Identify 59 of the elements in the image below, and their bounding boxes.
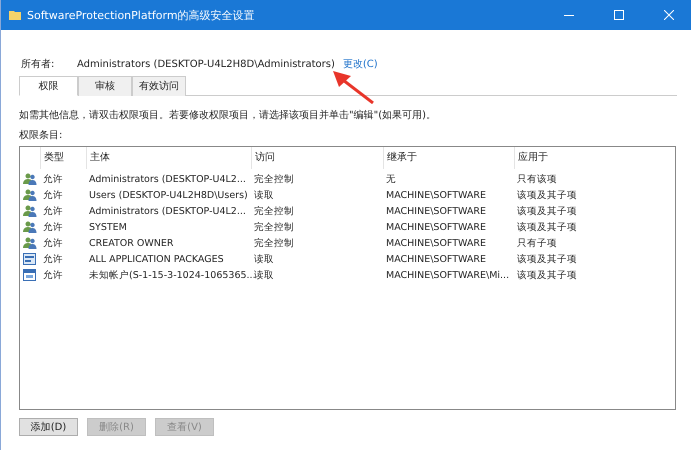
column-header[interactable]: 应用于: [514, 147, 675, 169]
table-cell-text: 只有该项: [516, 172, 558, 186]
table-cell-text: 允许: [42, 172, 64, 186]
change-owner-link[interactable]: 更改(C): [342, 57, 378, 71]
owner-value: Administrators (DESKTOP-U4L2H8D\Administrators): [77, 58, 335, 70]
users-icon: [23, 173, 37, 185]
column-header[interactable]: 访问: [251, 147, 383, 169]
table-cell-text: MACHINE\SOFTWARE: [385, 190, 488, 200]
table-cell-text: 完全控制: [253, 172, 295, 186]
table-cell-text: 允许: [42, 204, 64, 218]
table-cell-text: Administrators (DESKTOP-U4L2...: [88, 174, 247, 184]
table-cell-text: MACHINE\SOFTWARE: [385, 222, 488, 232]
table-cell-text: 完全控制: [253, 236, 295, 250]
info-text: 如需其他信息，请双击权限项目。若要修改权限项目，请选择该项目并单击"编辑"(如果可用)。: [19, 108, 438, 122]
users-icon: [23, 237, 37, 249]
window-icon: [23, 269, 36, 281]
table-cell-text: 允许: [42, 236, 64, 250]
folder-icon: [9, 9, 21, 21]
table-cell-text: MACHINE\SOFTWARE\Mi...: [385, 270, 510, 280]
table-cell-text: 读取: [253, 252, 275, 266]
table-cell-text: 该项及其子项: [516, 188, 578, 202]
table-cell-text: 允许: [42, 220, 64, 234]
column-header[interactable]: 类型: [40, 147, 86, 169]
table-cell-text: 该项及其子项: [516, 220, 578, 234]
column-header[interactable]: 继承于: [383, 147, 514, 169]
table-cell-text: 完全控制: [253, 220, 295, 234]
users-icon: [23, 205, 37, 217]
close-icon[interactable]: [664, 10, 674, 20]
table-cell-text: 允许: [42, 268, 64, 282]
table-cell-text: ALL APPLICATION PACKAGES: [88, 254, 225, 264]
table-cell-text: 只有子项: [516, 236, 558, 250]
tab[interactable]: 审核: [78, 76, 132, 96]
entries-label: 权限条目:: [19, 128, 64, 142]
column-header[interactable]: 主体: [86, 147, 251, 169]
owner-label: 所有者:: [21, 58, 56, 71]
table-cell-text: 允许: [42, 188, 64, 202]
table-cell-text: MACHINE\SOFTWARE: [385, 254, 488, 264]
table-cell-text: 允许: [42, 252, 64, 266]
tab[interactable]: 权限: [19, 76, 78, 96]
action-button[interactable]: 添加(D): [19, 418, 78, 436]
app-package-icon: [23, 253, 36, 265]
table-cell-text: 该项及其子项: [516, 268, 578, 282]
table-cell-text: 该项及其子项: [516, 252, 578, 266]
window-title: SoftwareProtectionPlatform的高级安全设置: [27, 8, 256, 22]
table-cell-text: MACHINE\SOFTWARE: [385, 238, 488, 248]
table-cell-text: MACHINE\SOFTWARE: [385, 206, 488, 216]
tab[interactable]: 有效访问: [132, 76, 186, 96]
annotation-arrow: [331, 70, 375, 104]
table-cell-text: Administrators (DESKTOP-U4L2...: [88, 206, 247, 216]
table-cell-text: SYSTEM: [88, 222, 128, 232]
table-cell-text: 无: [385, 172, 397, 186]
table-cell-text: 完全控制: [253, 204, 295, 218]
table-cell-text: CREATOR OWNER: [88, 238, 174, 248]
table-cell-text: 读取: [253, 188, 275, 202]
users-icon: [23, 221, 37, 233]
table-cell-text: 该项及其子项: [516, 204, 578, 218]
table-cell-text: Users (DESKTOP-U4L2H8D\Users): [88, 190, 249, 200]
maximize-icon[interactable]: [614, 10, 624, 20]
users-icon: [23, 189, 37, 201]
